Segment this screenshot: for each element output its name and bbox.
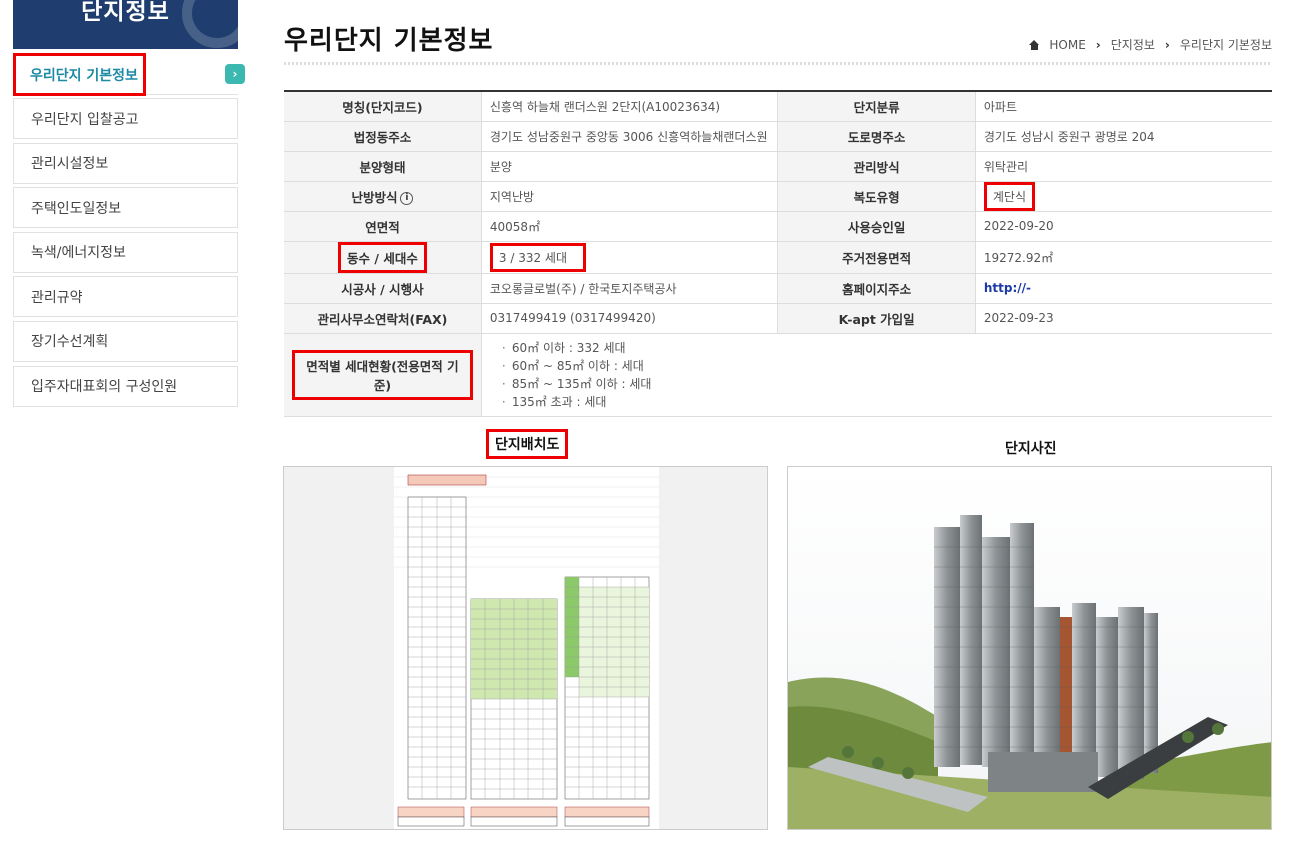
sidebar: 단지정보 우리단지 기본정보 › 우리단지 입찰공고 관리시설정보 주택인도일정…: [13, 0, 245, 410]
sidebar-item-label: 우리단지 입찰공고: [31, 111, 139, 128]
table-header-cell: 관리방식: [777, 151, 976, 182]
table-value-cell: 3 / 332 세대: [481, 241, 779, 274]
chevron-right-icon[interactable]: ›: [225, 64, 245, 84]
table-value-cell: 2022-09-23: [975, 303, 1272, 334]
sidebar-header: 단지정보: [13, 0, 238, 49]
complex-photo-title: 단지사진: [1005, 441, 1057, 457]
table-value-cell: 분양: [481, 151, 779, 182]
sidebar-item-label: 관리규약: [31, 289, 83, 306]
table-header-cell: 명칭(단지코드): [284, 90, 482, 122]
area-households-label: 면적별 세대현황(전용면적 기준): [292, 349, 473, 400]
table-header-cell: 동수 / 세대수: [284, 241, 482, 274]
table-row: 명칭(단지코드) 신흥역 하늘채 랜더스원 2단지(A10023634) 단지분…: [284, 90, 1272, 122]
table-header-cell: 법정동주소: [284, 121, 482, 152]
table-value-cell: 지역난방: [481, 181, 779, 212]
info-icon[interactable]: i: [400, 191, 414, 205]
table-value-cell: 2022-09-20: [975, 211, 1272, 242]
sidebar-item-repair-plan[interactable]: 장기수선계획: [13, 320, 238, 362]
table-row: 분양형태 분양 관리방식 위탁관리: [284, 151, 1272, 182]
sidebar-item-label: 입주자대표회의 구성인원: [31, 379, 178, 396]
complex-photo-render: [788, 467, 1271, 829]
table-value-cell: http://-: [975, 273, 1272, 304]
table-header-cell: 주거전용면적: [777, 241, 976, 274]
sidebar-menu: 우리단지 기본정보 › 우리단지 입찰공고 관리시설정보 주택인도일정보 녹색/…: [13, 53, 245, 407]
buildings-households-label: 동수 / 세대수: [338, 241, 427, 273]
table-row: 시공사 / 시행사 코오롱글로벌(주) / 한국토지주택공사 홈페이지주소 ht…: [284, 273, 1272, 304]
sidebar-item-council-members[interactable]: 입주자대표회의 구성인원: [13, 365, 238, 407]
table-header-cell: K-apt 가입일: [777, 303, 976, 334]
sidebar-item-label: 우리단지 기본정보: [30, 67, 138, 84]
title-divider: [284, 62, 1272, 65]
table-header-cell: 홈페이지주소: [777, 273, 976, 304]
table-value-cell: 40058㎡: [481, 211, 779, 242]
home-icon: [1029, 39, 1040, 50]
area-households-list: 60㎡ 이하 : 332 세대 60㎡ ~ 85㎡ 이하 : 세대 85㎡ ~ …: [490, 339, 1264, 411]
chevron-right-icon: ›: [1164, 37, 1170, 52]
list-item: 60㎡ 이하 : 332 세대: [502, 339, 1264, 357]
table-value-cell: 위탁관리: [975, 151, 1272, 182]
logo-swirl-icon: [182, 0, 238, 48]
table-value-cell: 19272.92㎡: [975, 241, 1272, 274]
complex-photo-image[interactable]: [787, 466, 1272, 830]
chevron-right-icon: ›: [1095, 37, 1101, 52]
breadcrumb-current[interactable]: 우리단지 기본정보: [1180, 36, 1272, 53]
list-item: 85㎡ ~ 135㎡ 이하 : 세대: [502, 375, 1264, 393]
table-header-cell: 연면적: [284, 211, 482, 242]
table-value-cell: 아파트: [975, 90, 1272, 122]
sidebar-item-rules[interactable]: 관리규약: [13, 276, 238, 318]
sidebar-item-label: 녹색/에너지정보: [31, 245, 126, 262]
table-header-cell: 단지분류: [777, 90, 976, 122]
table-header-cell: 관리사무소연락처(FAX): [284, 303, 482, 334]
basic-info-table: 명칭(단지코드) 신흥역 하늘채 랜더스원 2단지(A10023634) 단지분…: [284, 90, 1272, 417]
heating-label: 난방방식: [351, 189, 398, 205]
page-title: 우리단지 기본정보: [284, 26, 494, 56]
table-header-cell: 복도유형: [777, 181, 976, 212]
breadcrumb: HOME › 단지정보 › 우리단지 기본정보: [1029, 36, 1272, 53]
table-row: 면적별 세대현황(전용면적 기준) 60㎡ 이하 : 332 세대 60㎡ ~ …: [284, 333, 1272, 417]
table-value-cell: 경기도 성남시 중원구 광명로 204: [975, 121, 1272, 152]
table-value-cell: 0317499419 (0317499420): [481, 303, 779, 334]
table-row: 동수 / 세대수 3 / 332 세대 주거전용면적 19272.92㎡: [284, 241, 1272, 274]
table-row: 법정동주소 경기도 성남중원구 중앙동 3006 신흥역하늘채랜더스원 도로명주…: [284, 121, 1272, 152]
table-header-cell: 난방방식 i: [284, 181, 482, 212]
table-value-cell: 경기도 성남중원구 중앙동 3006 신흥역하늘채랜더스원: [481, 121, 779, 152]
table-header-cell: 면적별 세대현황(전용면적 기준): [284, 333, 482, 417]
table-header-cell: 사용승인일: [777, 211, 976, 242]
sidebar-active-row: 우리단지 기본정보 ›: [13, 53, 245, 96]
table-value-cell: 신흥역 하늘채 랜더스원 2단지(A10023634): [481, 90, 779, 122]
table-header-cell: 시공사 / 시행사: [284, 273, 482, 304]
sidebar-item-basic-info[interactable]: 우리단지 기본정보: [13, 53, 146, 96]
table-row: 관리사무소연락처(FAX) 0317499419 (0317499420) K-…: [284, 303, 1272, 334]
table-value-cell: 계단식: [975, 181, 1272, 212]
sidebar-item-bidding[interactable]: 우리단지 입찰공고: [13, 98, 238, 139]
sidebar-item-facilities[interactable]: 관리시설정보: [13, 142, 238, 184]
sidebar-item-label: 관리시설정보: [31, 156, 109, 173]
site-plan-image[interactable]: [283, 466, 768, 830]
breadcrumb-section[interactable]: 단지정보: [1111, 36, 1155, 53]
corridor-type-value: 계단식: [983, 181, 1035, 211]
table-value-cell: 코오롱글로벌(주) / 한국토지주택공사: [481, 273, 779, 304]
table-header-cell: 도로명주소: [777, 121, 976, 152]
sidebar-item-delivery-date[interactable]: 주택인도일정보: [13, 187, 238, 229]
table-header-cell: 분양형태: [284, 151, 482, 182]
sidebar-item-green-energy[interactable]: 녹색/에너지정보: [13, 231, 238, 273]
buildings-households-value: 3 / 332 세대: [489, 242, 586, 272]
site-plan-title: 단지배치도: [486, 429, 569, 459]
sidebar-item-label: 주택인도일정보: [31, 200, 122, 217]
homepage-link[interactable]: http://-: [984, 281, 1031, 295]
list-item: 60㎡ ~ 85㎡ 이하 : 세대: [502, 357, 1264, 375]
breadcrumb-home[interactable]: HOME: [1049, 38, 1085, 52]
table-row: 연면적 40058㎡ 사용승인일 2022-09-20: [284, 211, 1272, 242]
list-item: 135㎡ 초과 : 세대: [502, 393, 1264, 411]
table-row: 난방방식 i 지역난방 복도유형 계단식: [284, 181, 1272, 212]
site-plan-drawing: [284, 467, 767, 829]
sidebar-item-label: 장기수선계획: [31, 334, 109, 351]
table-value-cell: 60㎡ 이하 : 332 세대 60㎡ ~ 85㎡ 이하 : 세대 85㎡ ~ …: [481, 333, 1272, 417]
